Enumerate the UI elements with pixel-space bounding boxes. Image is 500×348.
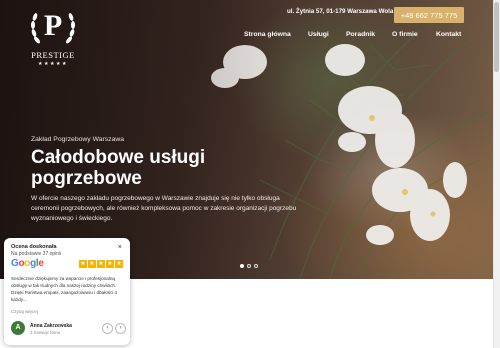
nav-item-home[interactable]: Strona główna [244,31,291,38]
review-count: Na podstawie 37 opinii [11,251,62,257]
page: P PRESTIGE ★★★★★ ul. Żytnia 57, 01-179 W… [0,0,500,348]
nav-item-services[interactable]: Usługi [308,31,329,38]
star-icon: ★ [79,260,87,268]
slider-dot[interactable] [247,264,251,268]
phone-button[interactable]: +48 662 775 775 [394,7,464,23]
chevron-right-icon[interactable]: › [115,323,126,334]
chevron-left-icon[interactable]: ‹ [102,323,113,334]
scrollbar-thumb[interactable] [494,2,499,72]
logo-stars: ★★★★★ [38,61,68,67]
scrollbar[interactable] [493,0,500,348]
slider-dot[interactable] [240,264,244,268]
hero-description: W ofercie naszego zakładu pogrzebowego w… [31,195,297,222]
review-text: Serdecznie dziękujemy za wsparcie i prof… [11,276,118,302]
review-heading: Ocena doskonała [11,244,57,250]
hero-title: Całodobowe usługi pogrzebowe [31,147,206,189]
google-logo: Google [11,258,44,269]
address-text: ul. Żytnia 57, 01-179 Warszawa Wola [287,8,394,15]
google-logo-letter: e [38,258,44,269]
main-nav: Strona główna Usługi Poradnik O firmie K… [0,31,493,43]
nav-item-guide[interactable]: Poradnik [346,31,375,38]
star-icon: ★ [88,260,96,268]
slider-dot[interactable] [254,264,258,268]
star-icon: ★ [115,260,123,268]
read-more-link[interactable]: Czytaj więcej [11,309,38,314]
nav-item-about[interactable]: O firmie [392,31,418,38]
laurel-emblem: P [28,6,78,50]
star-icon: ★ [106,260,114,268]
rating-stars: ★ ★ ★ ★ ★ [79,260,123,268]
slider-dots [240,264,258,268]
google-reviews-widget: Ocena doskonała Na podstawie 37 opinii ×… [4,238,130,345]
logo-name: PRESTIGE [31,50,75,60]
star-icon: ★ [97,260,105,268]
review-time: 1 miesiąc temu [30,330,61,335]
avatar: A [11,321,25,335]
close-icon[interactable]: × [118,244,122,251]
nav-item-contact[interactable]: Kontakt [436,31,461,38]
hero-subtitle: Zakład Pogrzebowy Warszawa [31,136,125,143]
review-author: Anna Zakrzewska [30,323,72,329]
